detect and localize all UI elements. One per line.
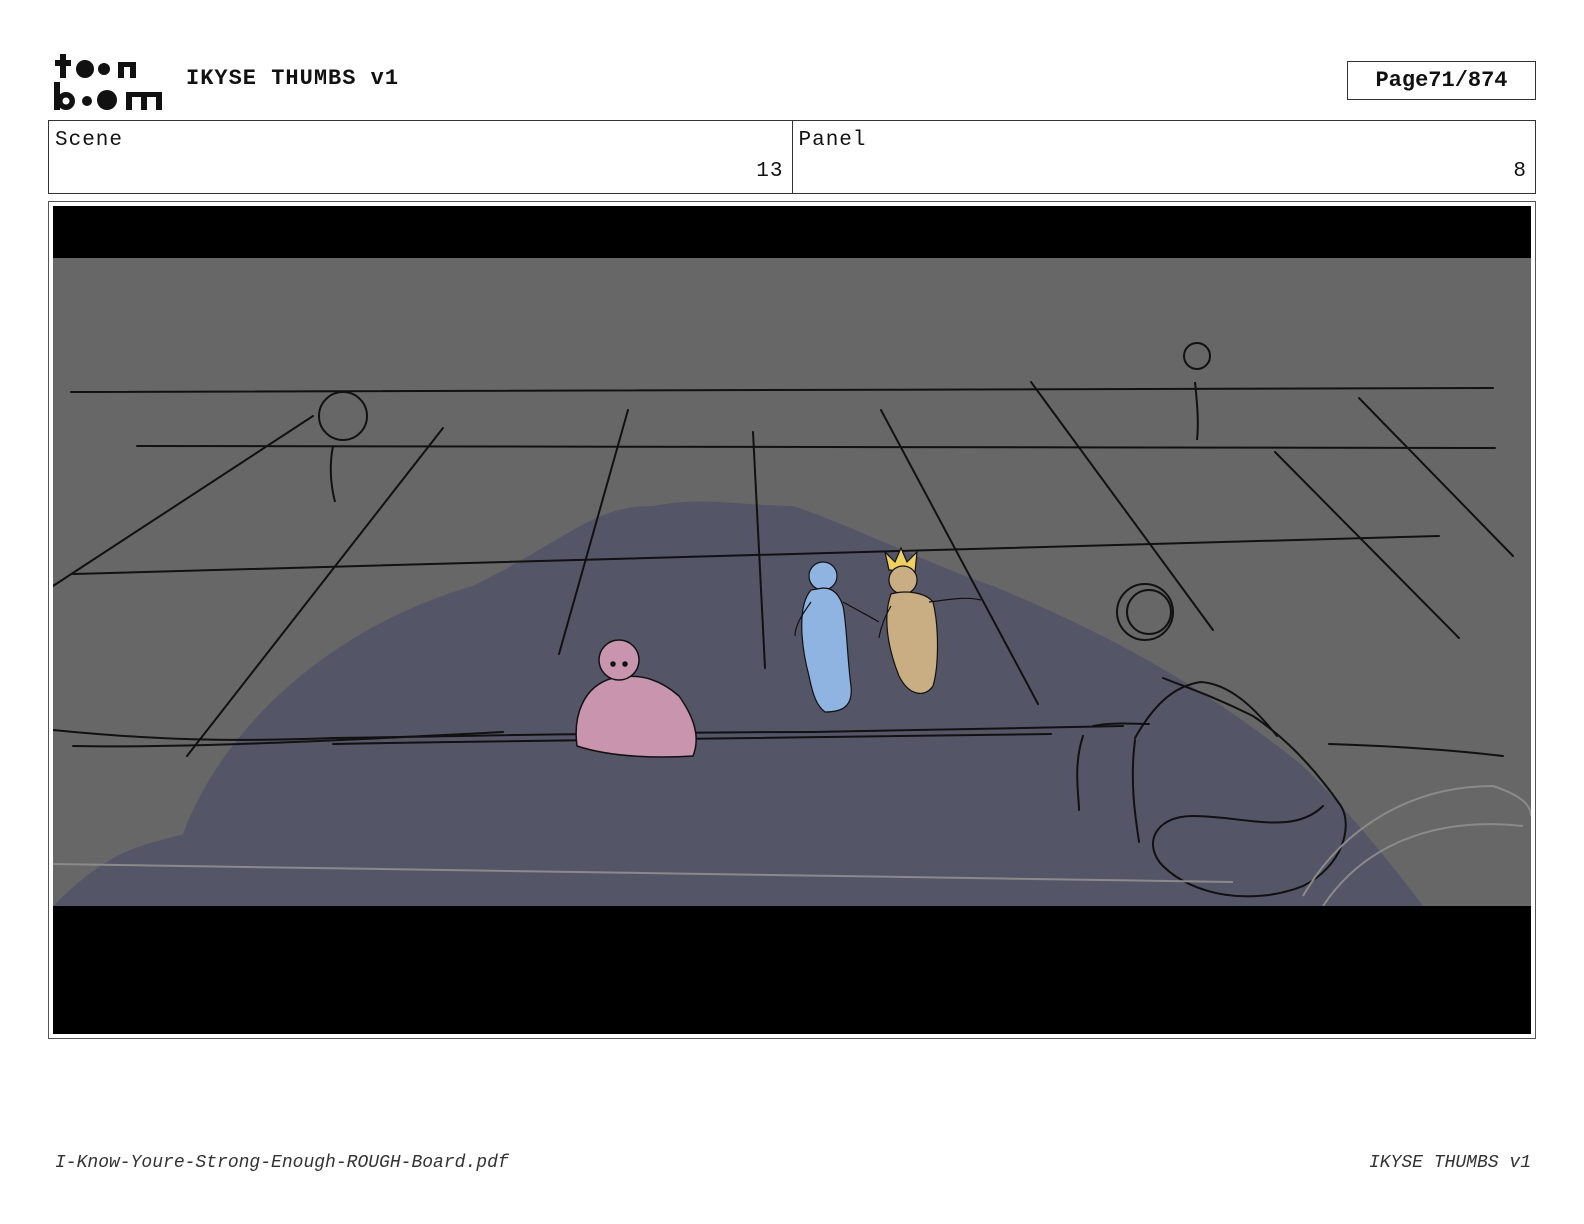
toon-boom-logo xyxy=(54,54,162,110)
panel-cell: Panel 8 xyxy=(791,121,1536,193)
letterbox-bottom xyxy=(53,906,1531,1034)
letterbox-top xyxy=(53,206,1531,258)
scene-cell: Scene 13 xyxy=(49,121,792,193)
scene-number: 13 xyxy=(756,160,784,183)
panel-label: Panel xyxy=(798,129,867,152)
project-title: IKYSE THUMBS v1 xyxy=(186,66,400,91)
footer-filename: I-Know-Youre-Strong-Enough-ROUGH-Board.p… xyxy=(55,1153,509,1173)
scene-panel-info: Scene 13 Panel 8 xyxy=(48,120,1536,194)
scene-label: Scene xyxy=(55,129,124,152)
page-label: Page xyxy=(1375,68,1429,93)
panel-number: 8 xyxy=(1513,160,1527,183)
footer-project-title: IKYSE THUMBS v1 xyxy=(1368,1153,1531,1173)
panel-drawing xyxy=(53,206,1531,1034)
page-number: 71/874 xyxy=(1428,68,1508,93)
page-indicator: Page 71/874 xyxy=(1347,61,1536,100)
storyboard-panel xyxy=(48,201,1536,1039)
